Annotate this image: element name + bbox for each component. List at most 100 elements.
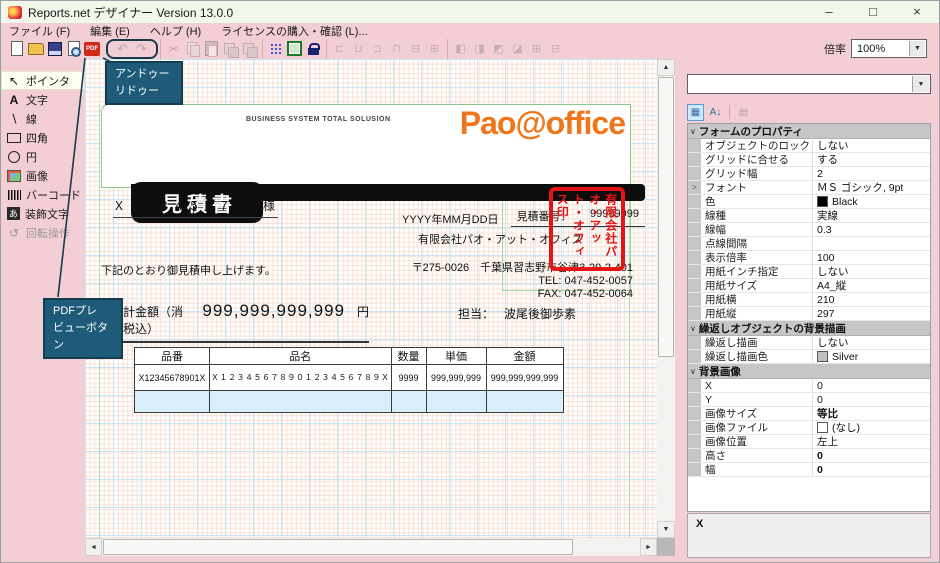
horizontal-scrollbar[interactable]: ◄ ►: [85, 538, 657, 556]
lock-objects-icon[interactable]: [305, 41, 322, 57]
property-row[interactable]: 高さ0: [688, 449, 930, 463]
close-button[interactable]: ×: [895, 1, 939, 23]
table-row[interactable]: [135, 391, 564, 413]
toolbox-item-circle[interactable]: 円: [1, 147, 85, 166]
invoice-header-block[interactable]: BUSINESS SYSTEM TOTAL SOLUSION Pao@offic…: [101, 104, 631, 188]
property-value[interactable]: Black: [813, 196, 930, 208]
toolbox-item-image[interactable]: 画像: [1, 166, 85, 185]
property-value[interactable]: 実線: [813, 208, 930, 223]
property-value[interactable]: する: [813, 152, 930, 167]
table-cell: 999,999,999,999: [486, 365, 563, 391]
property-row[interactable]: グリッドに合せるする: [688, 153, 930, 167]
property-value[interactable]: 0: [813, 464, 930, 476]
toolbox-item-rect[interactable]: 四角: [1, 128, 85, 147]
property-section-header[interactable]: ∨背景画像: [688, 364, 930, 379]
align-right-icon: ⊐: [369, 41, 386, 57]
snap-to-grid-icon[interactable]: [286, 41, 303, 57]
property-value[interactable]: 0: [813, 380, 930, 392]
property-value[interactable]: しない: [813, 335, 930, 350]
print-preview-icon[interactable]: [65, 41, 82, 57]
property-row[interactable]: 画像ファイル(なし): [688, 421, 930, 435]
scroll-right-icon[interactable]: ►: [640, 538, 657, 556]
property-value[interactable]: 0: [813, 394, 930, 406]
menu-item-0[interactable]: ファイル (F): [9, 23, 70, 39]
property-row[interactable]: X0: [688, 379, 930, 393]
scroll-left-icon[interactable]: ◄: [85, 538, 102, 556]
property-value[interactable]: しない: [813, 138, 930, 153]
property-row[interactable]: 色Black: [688, 195, 930, 209]
scroll-down-icon[interactable]: ▼: [657, 521, 675, 538]
chevron-down-icon[interactable]: ▼: [909, 41, 925, 56]
toolbox-item-line[interactable]: ∖線: [1, 109, 85, 128]
property-value[interactable]: (なし): [813, 420, 930, 435]
toolbox-item-dectext[interactable]: あ装飾文字: [1, 204, 85, 223]
alphabetical-sort-icon[interactable]: A↓: [707, 104, 724, 121]
property-value[interactable]: 等比: [813, 406, 930, 421]
chevron-down-icon[interactable]: ▼: [912, 76, 929, 92]
property-value[interactable]: 100: [813, 252, 930, 264]
property-row[interactable]: 用紙縦297: [688, 307, 930, 321]
property-row[interactable]: 繰返し描画しない: [688, 336, 930, 350]
pdf-preview-icon[interactable]: PDF: [84, 42, 100, 56]
property-row[interactable]: 線種実線: [688, 209, 930, 223]
toolbox-item-rotate[interactable]: ↺回転操作: [1, 223, 85, 242]
menu-item-1[interactable]: 編集 (E): [90, 23, 130, 39]
property-value[interactable]: 2: [813, 168, 930, 180]
table-cell: [210, 391, 392, 413]
property-section-header[interactable]: ∨フォームのプロパティ: [688, 124, 930, 139]
property-row[interactable]: 線幅0.3: [688, 223, 930, 237]
property-row[interactable]: 用紙インチ指定しない: [688, 265, 930, 279]
property-section-header[interactable]: ∨繰返しオブジェクトの背景描画: [688, 321, 930, 336]
property-row[interactable]: Y0: [688, 393, 930, 407]
property-value[interactable]: 297: [813, 308, 930, 320]
toolbox-item-text[interactable]: A文字: [1, 90, 85, 109]
menu-item-3[interactable]: ライセンスの購入・確認 (L)...: [221, 23, 367, 39]
customer-name-field[interactable]: Ｘ１２３４５６７Ｘ 様: [113, 197, 278, 218]
property-value[interactable]: 0.3: [813, 224, 930, 236]
property-row[interactable]: グリッド幅2: [688, 167, 930, 181]
property-row[interactable]: オブジェクトのロックしない: [688, 139, 930, 153]
vertical-scrollbar[interactable]: ▲ ▼: [657, 59, 675, 538]
grid-toggle-icon[interactable]: [267, 41, 284, 57]
company-seal-stamp[interactable]: 有限会社パオ・アット・オフィス印: [549, 187, 625, 271]
property-row[interactable]: 繰返し描画色Silver: [688, 350, 930, 364]
property-row[interactable]: 表示倍率100: [688, 251, 930, 265]
property-value[interactable]: ＭＳ ゴシック, 9pt: [813, 180, 930, 195]
toolbox-item-barcode[interactable]: バーコード: [1, 185, 85, 204]
property-value[interactable]: 0: [813, 450, 930, 462]
property-value[interactable]: しない: [813, 264, 930, 279]
new-file-icon[interactable]: [8, 41, 25, 57]
categorized-icon[interactable]: ▦: [687, 104, 704, 121]
zoom-select[interactable]: 100% ▼: [851, 39, 927, 58]
manager-field[interactable]: 担当： 波尾後御歩素: [458, 305, 576, 322]
object-selector-combo[interactable]: ▼: [687, 74, 931, 94]
table-cell: 9999: [391, 365, 426, 391]
property-row[interactable]: 画像サイズ等比: [688, 407, 930, 421]
vertical-scroll-thumb[interactable]: [658, 77, 674, 357]
property-row[interactable]: 幅0: [688, 463, 930, 477]
menu-item-2[interactable]: ヘルプ (H): [150, 23, 201, 39]
greeting-text[interactable]: 下記のとおり御見積申し上げます。: [101, 262, 276, 278]
property-row[interactable]: 用紙横210: [688, 293, 930, 307]
table-row[interactable]: X12345678901XＸ１２３４５６７８９０１２３４５６７８９Ｘ999999…: [135, 365, 564, 391]
property-row[interactable]: 画像位置左上: [688, 435, 930, 449]
property-value[interactable]: 210: [813, 294, 930, 306]
save-icon[interactable]: [46, 41, 63, 57]
scroll-up-icon[interactable]: ▲: [657, 59, 675, 76]
property-value[interactable]: Silver: [813, 351, 930, 363]
property-value[interactable]: 左上: [813, 434, 930, 449]
total-amount-field[interactable]: 合計金額（消費税込） 999,999,999,999 円: [111, 301, 369, 343]
property-value[interactable]: A4_縦: [813, 278, 930, 293]
maximize-button[interactable]: □: [851, 1, 895, 23]
property-row[interactable]: 用紙サイズA4_縦: [688, 279, 930, 293]
design-canvas[interactable]: BUSINESS SYSTEM TOTAL SOLUSION Pao@offic…: [85, 59, 657, 538]
items-table[interactable]: 品番品名数量単価金額 X12345678901XＸ１２３４５６７８９０１２３４５…: [134, 347, 564, 413]
minimize-button[interactable]: –: [807, 1, 851, 23]
property-row[interactable]: >フォントＭＳ ゴシック, 9pt: [688, 181, 930, 195]
horizontal-scroll-thumb[interactable]: [103, 539, 573, 555]
open-file-icon[interactable]: [27, 41, 44, 57]
company-logo[interactable]: Pao@office: [460, 105, 625, 142]
date-field[interactable]: YYYY年MM月DD日: [402, 211, 499, 227]
property-row[interactable]: 点線間隔: [688, 237, 930, 251]
toolbox-item-pointer[interactable]: ↖ポインタ: [1, 71, 85, 90]
